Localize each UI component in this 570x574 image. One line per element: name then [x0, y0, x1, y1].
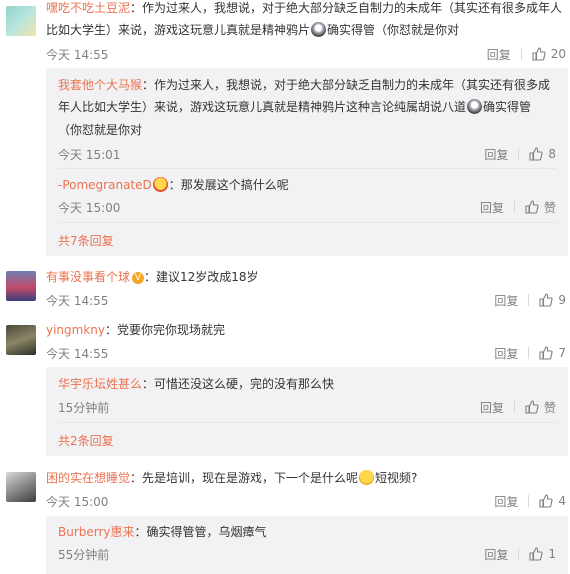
more-replies-link[interactable]: 共7条回复 — [58, 232, 114, 249]
username[interactable]: yingmkny — [46, 323, 105, 337]
reply-button[interactable]: 回复 — [480, 399, 504, 416]
reply-separator — [58, 422, 556, 423]
reply-username[interactable]: 华宇乐坛姓甚么 — [58, 377, 142, 391]
like-button[interactable]: 1 — [529, 547, 556, 561]
divider — [513, 201, 515, 213]
reply-button[interactable]: 回复 — [484, 146, 508, 163]
divider — [520, 48, 522, 60]
emoji-icon — [152, 177, 168, 192]
comment-time: 今天 14:55 — [46, 48, 109, 62]
like-button[interactable]: 20 — [532, 47, 566, 61]
reply-username[interactable]: 我套他个大马猴 — [58, 78, 142, 92]
avatar[interactable] — [6, 6, 36, 36]
reply-separator — [58, 222, 556, 223]
like-count: 4 — [558, 494, 566, 508]
reply-button[interactable]: 回复 — [480, 199, 504, 216]
like-count: 8 — [548, 147, 556, 161]
like-label: 赞 — [543, 200, 556, 215]
like-button[interactable]: 8 — [529, 147, 556, 161]
like-button[interactable]: 4 — [539, 494, 566, 508]
like-count: 1 — [548, 547, 556, 561]
reply-time: 今天 15:00 — [58, 201, 121, 215]
like-count: 9 — [558, 293, 566, 307]
username[interactable]: 困的实在想睡觉 — [46, 471, 130, 485]
thumbs-up-icon — [539, 346, 553, 360]
divider — [528, 347, 530, 359]
reply-button[interactable]: 回复 — [494, 345, 518, 362]
thumbs-up-icon — [525, 200, 539, 214]
comment-text: yingmkny：党要你完你现场就完 — [46, 323, 226, 337]
reply-actions: 回复 赞 — [480, 398, 556, 416]
thumbs-up-icon — [529, 147, 543, 161]
emoji-icon — [467, 99, 483, 114]
reply-time: 今天 15:01 — [58, 148, 121, 162]
verified-badge-icon: V — [132, 272, 145, 284]
like-button[interactable]: 9 — [539, 293, 566, 307]
reply-button[interactable]: 回复 — [494, 493, 518, 510]
reply-separator — [58, 168, 556, 169]
reply-time: 15分钟前 — [58, 401, 110, 415]
reply-button[interactable]: 回复 — [484, 546, 508, 563]
reply-username[interactable]: Burberry惠来 — [58, 525, 135, 539]
comment-text: 困的实在想睡觉：先是培训，现在是游戏，下一个是什么呢 短视频? — [46, 470, 418, 485]
comment-time: 今天 14:55 — [46, 294, 109, 308]
like-button[interactable]: 7 — [539, 346, 566, 360]
username[interactable]: 有事没事看个球 — [46, 270, 130, 284]
comment-time: 今天 14:55 — [46, 347, 109, 361]
thumbs-up-icon — [529, 547, 543, 561]
avatar[interactable] — [6, 325, 36, 355]
avatar[interactable] — [6, 271, 36, 301]
thumbs-up-icon — [539, 494, 553, 508]
thumbs-up-icon — [525, 400, 539, 414]
thumbs-up-icon — [532, 47, 546, 61]
username[interactable]: 嘿吃不吃土豆泥 — [46, 1, 130, 15]
emoji-icon — [359, 470, 375, 485]
comment-actions: 回复 4 — [494, 492, 566, 510]
reply-button[interactable]: 回复 — [494, 292, 518, 309]
divider — [513, 401, 515, 413]
reply-actions: 回复 1 — [484, 545, 556, 563]
emoji-icon — [311, 22, 327, 37]
like-label: 赞 — [543, 400, 556, 415]
avatar[interactable] — [6, 472, 36, 502]
thumbs-up-icon — [539, 293, 553, 307]
reply-text: -PomegranateD ：那发展这个搞什么呢 — [58, 177, 289, 192]
reply-button[interactable]: 回复 — [487, 46, 511, 63]
reply-actions: 回复 8 — [484, 145, 556, 163]
reply-text: 我套他个大马猴：作为过来人，我想说，对于绝大部分缺乏自制力的未成年（其实还有很多… — [58, 78, 551, 92]
reply-text: 年人比如大学生）来说，游戏这玩意儿真就是精神鸦片这种言论纯属胡说八道 确实得管 — [58, 99, 532, 114]
reply-actions: 回复 赞 — [480, 198, 556, 216]
divider — [518, 148, 520, 160]
like-count: 20 — [550, 47, 566, 61]
comment-actions: 回复 9 — [494, 291, 566, 309]
divider — [528, 294, 530, 306]
comment-actions: 回复 20 — [487, 45, 566, 63]
divider — [518, 548, 520, 560]
like-count: 7 — [558, 346, 566, 360]
reply-text: Burberry惠来：确实得管管，乌烟瘴气 — [58, 525, 267, 539]
more-replies-link[interactable]: 共2条回复 — [58, 432, 114, 449]
comment-time: 今天 15:00 — [46, 495, 109, 509]
divider — [528, 495, 530, 507]
reply-time: 55分钟前 — [58, 548, 110, 562]
reply-username[interactable]: -PomegranateD — [58, 178, 152, 192]
like-button[interactable]: 赞 — [525, 199, 556, 216]
comment-actions: 回复 7 — [494, 344, 566, 362]
comment-text: 比如大学生）来说，游戏这玩意儿真就是精神鸦片 确实得管（你怼就是你对 — [46, 22, 460, 37]
comment-text: 嘿吃不吃土豆泥：作为过来人，我想说，对于绝大部分缺乏自制力的未成年（其实还有很多… — [46, 1, 563, 15]
comment-text: 有事没事看个球 V ：建议12岁改成18岁 — [46, 270, 259, 284]
reply-text: （你怼就是你对 — [58, 123, 143, 137]
reply-text: 华宇乐坛姓甚么：可惜还没这么硬，完的没有那么快 — [58, 377, 335, 391]
like-button[interactable]: 赞 — [525, 399, 556, 416]
